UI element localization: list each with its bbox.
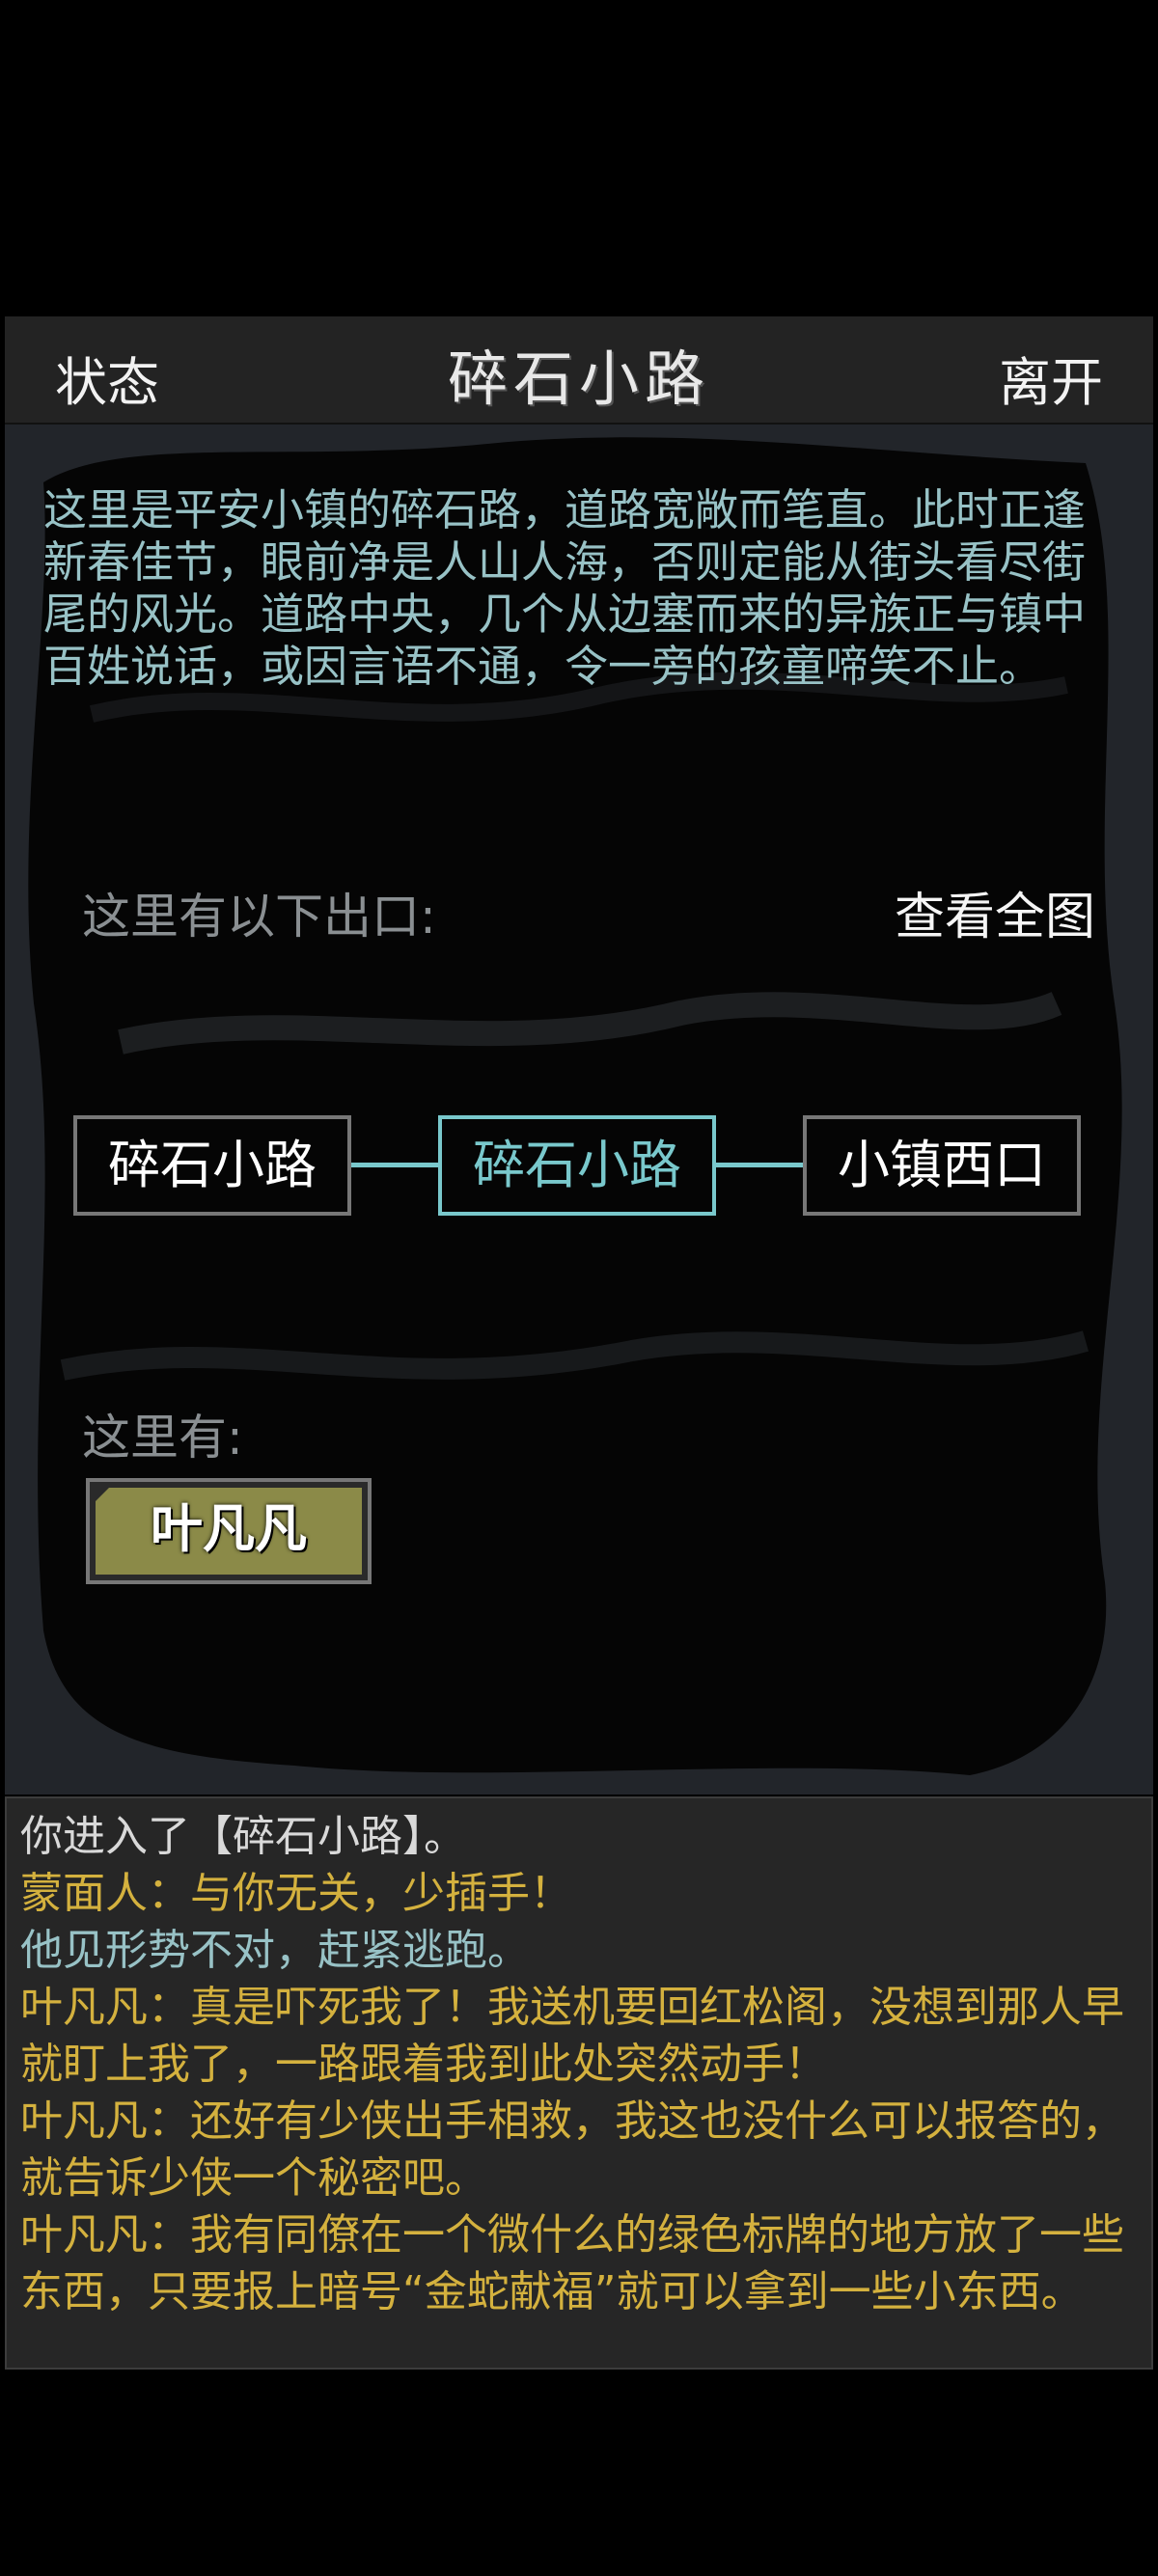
exit-connector — [716, 1163, 807, 1167]
npc-button[interactable]: 叶凡凡 — [86, 1478, 372, 1584]
leave-button[interactable]: 离开 — [999, 340, 1103, 416]
view-full-map-button[interactable]: 查看全图 — [895, 876, 1095, 948]
here-label: 这里有: — [82, 1410, 243, 1466]
npc-name: 叶凡凡 — [96, 1488, 362, 1575]
log-line: 他见形势不对，赶紧逃跑。 — [20, 1926, 530, 1975]
message-log[interactable]: 你进入了【碎石小路】。 蒙面人：与你无关，少插手！ 他见形势不对，赶紧逃跑。 叶… — [5, 1796, 1153, 2370]
location-description: 这里是平安小镇的碎石路，道路宽敞而笔直。此时正逢新春佳节，眼前净是人山人海，否则… — [43, 484, 1087, 692]
exit-connector — [351, 1163, 442, 1167]
log-line: 蒙面人：与你无关，少插手！ — [20, 1869, 572, 1918]
scene-panel: 这里是平安小镇的碎石路，道路宽敞而笔直。此时正逢新春佳节，眼前净是人山人海，否则… — [5, 425, 1153, 1795]
current-location-node[interactable]: 碎石小路 — [438, 1115, 716, 1216]
log-line: 你进入了【碎石小路】。 — [20, 1812, 466, 1861]
exits-label: 这里有以下出口: — [82, 889, 436, 945]
location-title: 碎石小路 — [447, 343, 710, 414]
log-line: 叶凡凡：真是吓死我了！我送机要回红松阁，没想到那人早就盯上我了，一路跟着我到此处… — [20, 1983, 1124, 2089]
log-line: 叶凡凡：还好有少侠出手相救，我这也没什么可以报答的，就告诉少侠一个秘密吧。 — [20, 2096, 1124, 2203]
exit-west-node[interactable]: 碎石小路 — [73, 1115, 351, 1216]
log-line: 叶凡凡：我有同僚在一个微什么的绿色标牌的地方放了一些东西，只要报上暗号“金蛇献福… — [20, 2210, 1124, 2316]
top-bar: 状态 碎石小路 离开 — [5, 316, 1153, 425]
exit-east-node[interactable]: 小镇西口 — [803, 1115, 1081, 1216]
